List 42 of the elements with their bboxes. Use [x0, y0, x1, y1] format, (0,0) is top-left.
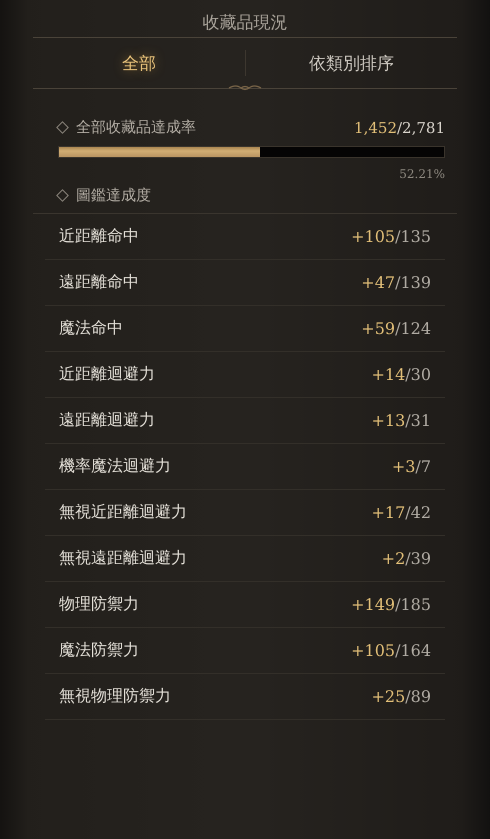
stat-name: 無視近距離迴避力: [59, 502, 188, 523]
completion-percent: 52.21%: [398, 167, 445, 181]
stat-name: 無視遠距離迴避力: [59, 548, 188, 569]
stat-bonus: +25: [371, 687, 406, 706]
stat-name: 機率魔法迴避力: [59, 456, 172, 477]
stat-name: 魔法防禦力: [59, 640, 140, 661]
stat-max: /31: [405, 411, 431, 430]
panel-title: 收藏品現況: [33, 0, 457, 38]
stat-name: 近距離迴避力: [59, 364, 156, 385]
stat-bonus: +149: [351, 595, 396, 614]
tab[interactable]: 依類別排序: [246, 52, 457, 74]
stat-max: /39: [405, 549, 431, 568]
stat-max: /7: [415, 457, 431, 476]
stat-max: /30: [405, 365, 431, 384]
ornament-icon: [227, 84, 263, 92]
stat-max: /164: [395, 641, 431, 660]
stat-bonus: +105: [351, 227, 396, 246]
stat-name: 近距離命中: [59, 226, 140, 247]
tab[interactable]: 全部: [33, 52, 244, 74]
stat-bonus: +17: [371, 503, 406, 522]
stat-name: 魔法命中: [59, 318, 124, 339]
total-count: /2,781: [397, 118, 445, 136]
stat-max: /139: [395, 273, 431, 292]
stat-bonus: +13: [371, 411, 406, 430]
stat-bonus: +3: [392, 457, 416, 476]
stat-max: /124: [395, 319, 431, 338]
stat-name: 遠距離迴避力: [59, 410, 156, 431]
stat-name: 遠距離命中: [59, 272, 140, 293]
stat-name: 物理防禦力: [59, 594, 140, 615]
stat-bonus: +47: [361, 273, 396, 292]
stat-bonus: +59: [361, 319, 396, 338]
stat-bonus: +105: [351, 641, 396, 660]
stat-max: /135: [395, 227, 431, 246]
stat-max: /42: [405, 503, 431, 522]
completion-label: 全部收藏品達成率: [76, 118, 197, 137]
stat-max: /185: [395, 595, 431, 614]
stat-max: /89: [405, 687, 431, 706]
section-label: 圖鑑達成度: [76, 186, 152, 205]
stat-bonus: +14: [371, 365, 406, 384]
collected-count: 1,452: [354, 118, 397, 136]
stat-name: 無視物理防禦力: [59, 686, 172, 707]
stat-bonus: +2: [382, 549, 406, 568]
